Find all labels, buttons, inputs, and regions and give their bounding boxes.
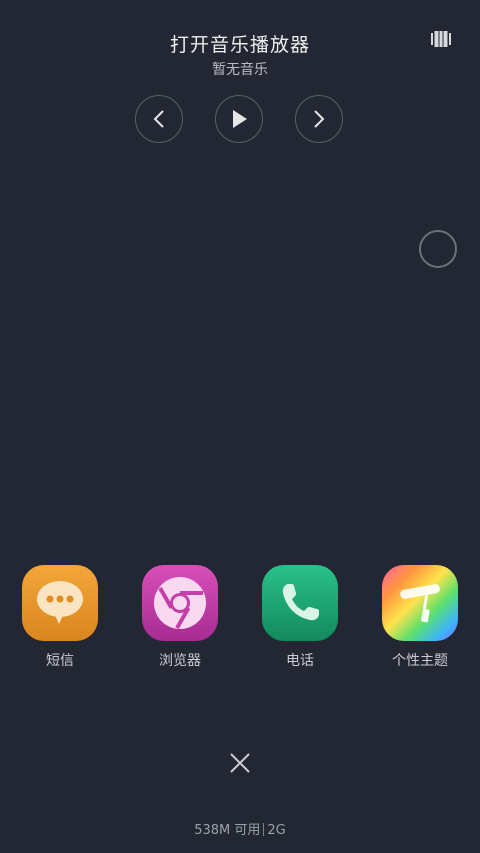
music-subtitle: 暂无音乐 [212,62,268,78]
app-sms[interactable]: 短信 [20,565,100,670]
close-button[interactable] [222,745,258,781]
chevron-right-icon [314,110,325,128]
browser-icon [142,565,218,641]
app-sms-label: 短信 [46,653,74,669]
app-browser[interactable]: 浏览器 [140,565,220,670]
app-phone[interactable]: 电话 [260,565,340,670]
app-theme[interactable]: 个性主题 [380,565,460,670]
app-browser-label: 浏览器 [159,653,201,669]
layout-toggle-icon[interactable] [428,28,454,50]
memory-divider [263,823,265,836]
chevron-left-icon [153,110,164,128]
music-title[interactable]: 打开音乐播放器 [0,30,480,57]
next-track-button[interactable] [295,95,343,143]
phone-icon [262,565,338,641]
previous-track-button[interactable] [135,95,183,143]
app-theme-label: 个性主题 [392,653,448,669]
floating-ball-icon[interactable] [419,230,457,268]
memory-status: 538M 可用 2G [0,819,480,838]
message-icon [22,565,98,641]
theme-brush-icon [382,565,458,641]
play-icon [233,110,247,128]
close-icon [230,753,250,773]
memory-available: 538M 可用 [194,823,261,838]
app-phone-label: 电话 [286,653,314,669]
play-button[interactable] [215,95,263,143]
memory-total: 2G [267,823,286,838]
